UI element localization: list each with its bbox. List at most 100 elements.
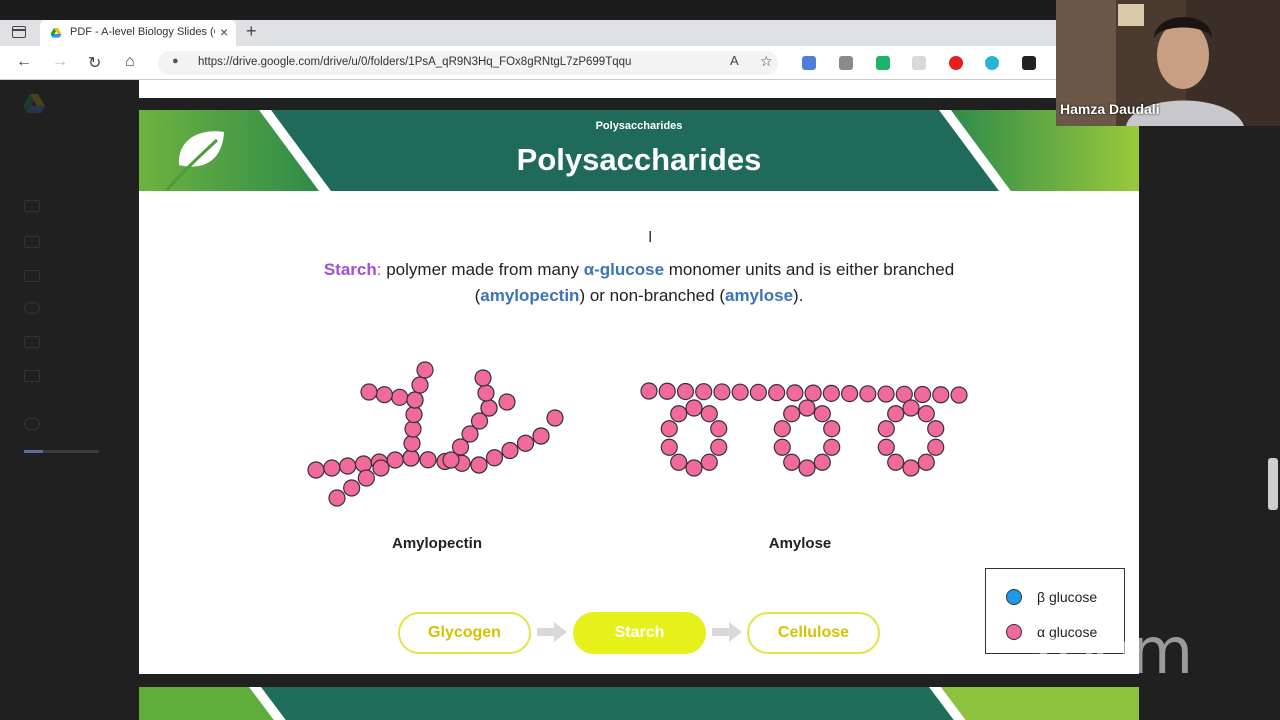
- alpha-glucose-unit: [768, 384, 786, 402]
- read-aloud-icon[interactable]: A: [730, 53, 739, 68]
- alpha-glucose-unit: [403, 434, 421, 453]
- alpha-glucose-unit: [917, 453, 935, 471]
- term-amylose: amylose: [724, 286, 794, 305]
- alpha-glucose-unit: [375, 386, 393, 404]
- slide: Polysaccharides Polysaccharides Starch: …: [139, 110, 1139, 674]
- alpha-glucose-unit: [773, 420, 791, 438]
- alpha-glucose-unit: [354, 455, 373, 473]
- alpha-glucose-unit: [823, 420, 841, 438]
- beta-glucose-swatch: [1006, 589, 1022, 605]
- lock-icon: ●: [172, 55, 179, 67]
- screen: PDF - A-level Biology Slides (OC × + ← →…: [0, 0, 1280, 720]
- alpha-glucose-unit: [670, 405, 688, 423]
- slide-header: Polysaccharides Polysaccharides: [139, 110, 1139, 191]
- alpha-glucose-unit: [360, 383, 378, 401]
- alpha-glucose-swatch: [1006, 624, 1022, 640]
- url-text: https://drive.google.com/drive/u/0/folde…: [198, 56, 632, 68]
- alpha-glucose-unit: [474, 369, 492, 387]
- tab-actions-icon[interactable]: [12, 26, 26, 38]
- alpha-glucose-unit: [386, 451, 404, 469]
- alpha-glucose-unit: [877, 385, 895, 403]
- alpha-glucose-unit: [887, 405, 905, 423]
- cellulose-pill: Cellulose: [747, 612, 880, 654]
- google-drive-icon: [50, 28, 62, 38]
- alpha-glucose-unit: [323, 459, 341, 477]
- storage-bar-fill: [24, 450, 43, 453]
- previous-page-edge: [139, 80, 1056, 98]
- extension-icon[interactable]: [839, 56, 853, 70]
- drive-nav-item[interactable]: [24, 370, 58, 383]
- alpha-glucose-unit: [877, 438, 895, 456]
- drive-nav-item[interactable]: [24, 270, 58, 283]
- extension-icon[interactable]: [876, 56, 890, 70]
- alpha-glucose-unit: [328, 489, 346, 507]
- alpha-glucose-unit: [402, 449, 420, 467]
- extension-icon[interactable]: [912, 56, 926, 70]
- drive-nav-item[interactable]: [24, 302, 58, 315]
- definition-text: ).: [793, 286, 804, 305]
- alpha-glucose-unit: [411, 376, 429, 394]
- alpha-glucose-unit: [932, 386, 950, 404]
- alpha-glucose-unit: [676, 382, 695, 401]
- alpha-glucose-unit: [731, 383, 749, 401]
- favorite-icon[interactable]: ☆: [760, 53, 773, 70]
- alpha-glucose-unit: [840, 384, 859, 403]
- amylose-caption: Amylose: [768, 535, 832, 552]
- alpha-glucose-unit: [660, 420, 678, 438]
- back-icon[interactable]: ←: [16, 53, 32, 71]
- starch-definition: Starch: polymer made from many α-glucose…: [289, 257, 989, 309]
- drive-nav-item[interactable]: [24, 200, 58, 213]
- alpha-glucose-unit: [813, 453, 831, 471]
- drive-nav-item[interactable]: [24, 236, 58, 249]
- drive-nav-item[interactable]: [24, 336, 58, 349]
- alpha-glucose-unit: [700, 453, 718, 471]
- reload-icon[interactable]: ↻: [88, 53, 101, 73]
- text-cursor-icon: I: [648, 229, 653, 246]
- alpha-glucose-unit: [498, 393, 516, 411]
- arrow-right-icon: [712, 622, 742, 642]
- scrollbar-thumb[interactable]: [1268, 458, 1278, 510]
- alpha-glucose-unit: [404, 420, 422, 438]
- alpha-glucose-unit: [822, 384, 840, 402]
- alpha-glucose-unit: [480, 399, 498, 417]
- alpha-glucose-unit: [804, 384, 822, 402]
- tab-active[interactable]: PDF - A-level Biology Slides (OC ×: [40, 20, 236, 46]
- extension-icon[interactable]: [802, 56, 816, 70]
- arrow-right-icon: [537, 622, 567, 642]
- notion-icon[interactable]: [1022, 56, 1036, 70]
- term-alpha-glucose: α-glucose: [583, 260, 665, 279]
- tab-close-icon[interactable]: ×: [220, 24, 228, 40]
- alpha-glucose-unit: [859, 385, 877, 403]
- alpha-glucose-unit: [372, 459, 390, 477]
- drive-nav-item[interactable]: [24, 418, 58, 431]
- new-tab-icon[interactable]: +: [246, 21, 257, 42]
- address-bar[interactable]: ● https://drive.google.com/drive/u/0/fol…: [158, 51, 778, 75]
- amylopectin-diagram: [307, 361, 564, 507]
- extension-icon[interactable]: [949, 56, 963, 70]
- alpha-glucose-unit: [927, 420, 945, 438]
- alpha-glucose-unit: [700, 405, 718, 423]
- tab-title: PDF - A-level Biology Slides (OC: [70, 26, 215, 38]
- extension-icon[interactable]: [985, 56, 999, 70]
- alpha-glucose-unit: [685, 399, 703, 417]
- forward-icon[interactable]: →: [52, 53, 68, 71]
- definition-text: ) or non-branched (: [579, 286, 725, 305]
- home-icon[interactable]: ⌂: [125, 53, 135, 71]
- next-slide-header: [139, 687, 1139, 720]
- storage-bar: [24, 450, 99, 453]
- alpha-glucose-unit: [783, 453, 801, 471]
- alpha-glucose-unit: [813, 405, 831, 423]
- alpha-glucose-unit: [546, 409, 564, 427]
- alpha-glucose-unit: [950, 386, 968, 404]
- starch-pill: Starch: [573, 612, 706, 654]
- alpha-glucose-unit: [640, 382, 658, 400]
- alpha-glucose-unit: [532, 427, 550, 445]
- zoom-watermark: zoom: [1025, 615, 1193, 689]
- alpha-glucose-unit: [391, 388, 409, 406]
- next-slide-background: [139, 687, 1139, 720]
- beta-glucose-label: β glucose: [1037, 589, 1098, 605]
- alpha-glucose-unit: [516, 434, 535, 452]
- alpha-glucose-unit: [419, 451, 437, 469]
- alpha-glucose-unit: [710, 420, 728, 438]
- alpha-glucose-unit: [877, 420, 895, 438]
